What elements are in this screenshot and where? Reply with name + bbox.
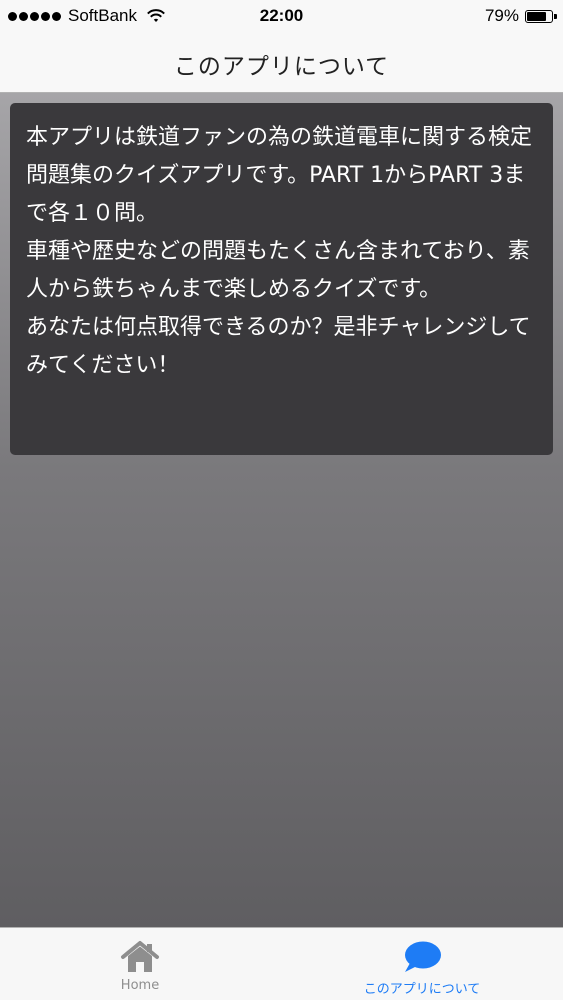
battery-icon: [525, 9, 557, 23]
battery-level: [527, 11, 546, 21]
app-screen: SoftBank 22:00 79% このアプリについて 本アプリは鉄道ファンの…: [0, 0, 563, 1000]
content-area: 本アプリは鉄道ファンの為の鉄道電車に関する検定問題集のクイズアプリです。PART…: [0, 93, 563, 927]
status-time: 22:00: [259, 6, 304, 25]
app-description-panel: 本アプリは鉄道ファンの為の鉄道電車に関する検定問題集のクイズアプリです。PART…: [10, 103, 553, 455]
battery-percent: 79%: [484, 6, 519, 25]
tab-about-label: このアプリについて: [363, 982, 481, 997]
page-title: このアプリについて: [173, 54, 390, 80]
status-right: 79%: [484, 6, 557, 26]
tab-about[interactable]: このアプリについて: [330, 928, 514, 1000]
tab-home[interactable]: Home: [100, 928, 180, 1000]
tab-bar: Home このアプリについて: [0, 927, 563, 1000]
speech-bubble-icon: [405, 941, 441, 972]
house-icon: [121, 941, 159, 972]
status-bar: SoftBank 22:00 79%: [0, 0, 563, 34]
navigation-bar: このアプリについて: [0, 34, 563, 93]
tab-home-label: Home: [120, 978, 160, 993]
